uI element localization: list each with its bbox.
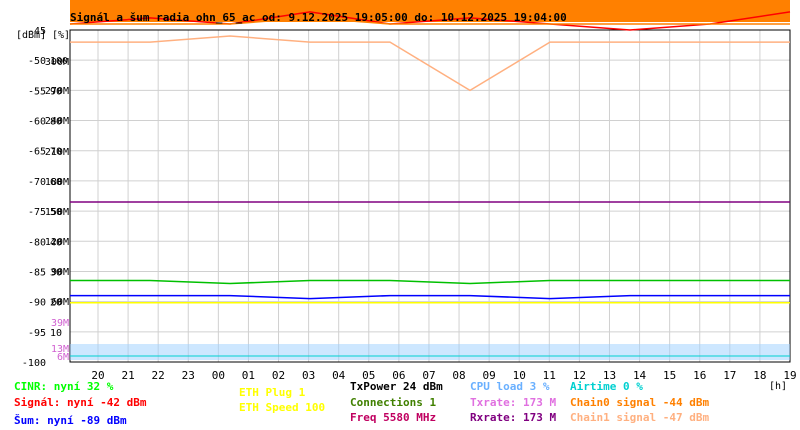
y-tick-label-rate: 180M [45,177,69,188]
plot-border [69,29,791,363]
y-tick-label-dbm: -70 [28,177,46,188]
series-line--um [70,294,790,300]
y-tick-label-dbm: -65 [28,147,46,158]
cpu-load-band [70,344,790,360]
y-tick-label-dbm: -90 [28,298,46,309]
y-tick-label-rate: 120M [45,237,69,248]
legend-eth-speed: ETH Speed 100 [239,401,326,414]
x-tick-label: 02 [272,369,285,382]
legend-txpower: TxPower 24 dBm [350,380,443,393]
y-tick-label-dbm: -95 [28,328,46,339]
y-tick-label-dbm: -50 [28,56,46,67]
y-tick-label-rate: 6M [57,352,69,363]
x-tick-label: 16 [693,369,706,382]
legend-eth-plug: ETH Plug 1 [239,386,306,399]
y-tick-label-rate: 39M [51,318,69,329]
y-tick-label-dbm: -60 [28,117,46,128]
y-tick-label-rate: 150M [45,207,69,218]
y-tick-label-rate: 300M [45,57,69,68]
x-tick-label: 21 [121,369,134,382]
y-tick-label-rate: 240M [45,116,69,127]
legend-freq: Freq 5580 MHz [350,411,437,424]
y-tick-label-dbm: -80 [28,237,46,248]
legend-chain1: Chain1 signal -47 dBm [570,411,710,424]
legend-rxrate: Rxrate: 173 M [470,411,557,424]
x-tick-label: 23 [182,369,195,382]
percent-unit-label: [%] [52,30,71,41]
series-line-cinr [70,279,790,285]
chart-title: Signál a šum radia ohn_65_ac od: 9.12.20… [70,11,567,24]
x-tick-label: 01 [242,369,255,382]
x-tick-label: 18 [753,369,766,382]
y-tick-label-rate: 60M [51,297,69,308]
x-tick-label: 22 [152,369,165,382]
x-tick-label: 17 [723,369,736,382]
y-tick-label-dbm: -55 [28,86,46,97]
legend-signal: Signál: nyní -42 dBm [14,396,147,409]
legend-noise: Šum: nyní -89 dBm [14,414,127,427]
y-tick-label-rate: 270M [45,86,69,97]
y-tick-label-rate: 90M [51,267,69,278]
x-tick-label: 03 [302,369,315,382]
x-tick-label: 00 [212,369,225,382]
chart-canvas: -45-50 100-55 90-60 80-65 70-70 60-75 50-80 40-… [22,0,797,392]
legend-chain0: Chain0 signal -44 dBm [570,396,710,409]
legend-airtime: Airtime 0 % [570,380,643,393]
x-tick-label: 15 [663,369,676,382]
x-unit-label: [h] [769,381,787,392]
series-line-chain1-signal [70,35,790,92]
legend-cinr: CINR: nyní 32 % [14,380,114,393]
x-tick-label: 08 [452,369,465,382]
y-tick-label-rate: 210M [45,147,69,158]
x-tick-label: 04 [332,369,346,382]
legend-txrate: Txrate: 173 M [470,396,557,409]
legend-cpu-load: CPU load 3 % [470,380,550,393]
dbm-unit-label: [dBm] [16,30,47,41]
y-tick-label-dbm: -100 [22,358,46,369]
y-tick-label-dbm: -75 [28,207,46,218]
y-tick-label-dbm: -85 [28,267,46,278]
legend-connections: Connections 1 [350,396,437,409]
y-tick-label-pct: 10 [50,328,62,339]
